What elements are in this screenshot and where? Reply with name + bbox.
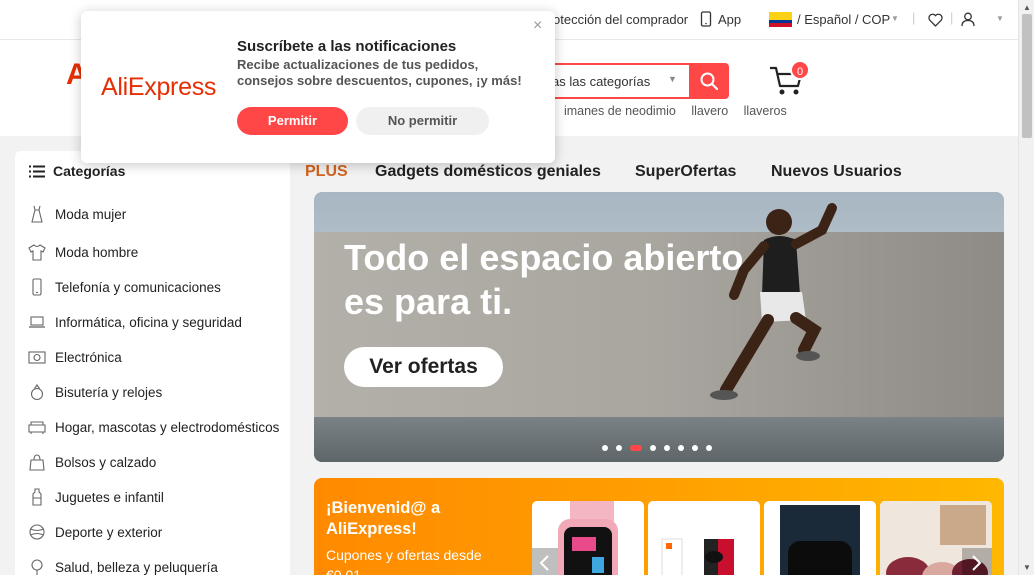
divider: | (912, 10, 916, 25)
banner-floor-background (314, 417, 1004, 462)
earbuds-image (661, 538, 734, 575)
sidebar-item-bolsos[interactable]: Bolsos y calzado (27, 452, 156, 472)
beauty-icon (27, 557, 47, 575)
app-link[interactable]: App (718, 12, 741, 27)
sidebar-item-label: Bolsos y calzado (55, 454, 157, 470)
buyer-protection-link[interactable]: otección del comprador (553, 12, 688, 27)
page-scrollbar[interactable]: ▲ ▼ (1018, 0, 1034, 575)
hot-word[interactable]: imanes de neodimio (564, 104, 676, 118)
sidebar-item-label: Salud, belleza y peluquería (55, 559, 218, 575)
locale-chevron-down-icon[interactable]: ▼ (891, 14, 899, 23)
product-card-earbuds[interactable] (648, 501, 760, 575)
ring-icon (27, 382, 47, 402)
welcome-section: ¡Bienvenid@ a AliExpress! Cupones y ofer… (314, 478, 1004, 575)
carousel-dot[interactable] (602, 445, 608, 451)
aliexpress-logo: AliExpress (101, 73, 217, 101)
popup-title: Suscríbete a las notificaciones (237, 38, 457, 55)
sidebar-item-informatica[interactable]: Informática, oficina y seguridad (27, 312, 242, 332)
sidebar-item-telefonia[interactable]: Telefonía y comunicaciones (27, 277, 221, 297)
sidebar-item-label: Moda hombre (55, 244, 139, 260)
allow-notifications-button[interactable]: Permitir (237, 107, 348, 135)
account-user-icon[interactable] (961, 12, 975, 30)
wishlist-heart-icon[interactable] (928, 13, 943, 30)
carousel-prev-button[interactable] (532, 548, 558, 575)
scroll-down-icon[interactable]: ▼ (1023, 563, 1031, 572)
close-icon[interactable]: × (533, 17, 542, 35)
hero-banner[interactable]: Todo el espacio abierto es para ti. Ver … (314, 192, 1004, 462)
sidebar-item-label: Electrónica (55, 349, 122, 365)
sidebar-item-label: Juguetes e infantil (55, 489, 164, 505)
search-icon (700, 72, 719, 91)
carousel-dot[interactable] (678, 445, 684, 451)
list-icon (29, 165, 45, 177)
product-card-speaker[interactable] (764, 501, 876, 575)
carousel-dots (602, 445, 720, 451)
cart-count-badge: 0 (790, 60, 810, 80)
sofa-icon (27, 417, 47, 437)
speaker-image (780, 505, 860, 575)
scrollbar-thumb[interactable] (1022, 14, 1032, 138)
chevron-left-icon (539, 555, 549, 571)
sidebar-item-label: Informática, oficina y seguridad (55, 314, 242, 330)
notification-popup: AliExpress × Suscríbete a las notificaci… (81, 11, 555, 163)
shirt-icon (27, 242, 47, 262)
welcome-title: ¡Bienvenid@ a AliExpress! (326, 499, 441, 538)
sidebar-item-label: Hogar, mascotas y electrodomésticos (55, 419, 280, 435)
laptop-icon (27, 312, 47, 332)
search-button[interactable] (689, 63, 729, 99)
hot-search-words: mbre imanes de neodimio llavero llaveros (520, 104, 799, 118)
banner-title: Todo el espacio abierto es para ti. (344, 237, 744, 322)
popup-description: Recibe actualizaciones de tus pedidos, c… (237, 57, 522, 88)
carousel-dot[interactable] (616, 445, 622, 451)
categories-header[interactable]: Categorías (29, 163, 125, 179)
tab-gadgets[interactable]: Gadgets domésticos geniales (375, 163, 601, 181)
sidebar-item-label: Deporte y exterior (55, 524, 163, 540)
category-select-label: as las categorías (552, 74, 651, 89)
chevron-right-icon (972, 555, 982, 571)
carousel-dot[interactable] (650, 445, 656, 451)
sidebar-item-bisuteria[interactable]: Bisutería y relojes (27, 382, 162, 402)
tab-nuevos-usuarios[interactable]: Nuevos Usuarios (771, 163, 902, 181)
welcome-subtitle: Cupones y ofertas desde €0,01 (326, 547, 482, 575)
sidebar-item-deporte[interactable]: Deporte y exterior (27, 522, 162, 542)
scroll-up-icon[interactable]: ▲ (1023, 3, 1031, 12)
hot-word[interactable]: llavero (691, 104, 728, 118)
sidebar-item-label: Bisutería y relojes (55, 384, 163, 400)
mobile-icon (700, 11, 712, 30)
carousel-dot[interactable] (692, 445, 698, 451)
sidebar-item-electronica[interactable]: Electrónica (27, 347, 122, 367)
view-offers-button[interactable]: Ver ofertas (344, 347, 503, 387)
camera-icon (27, 347, 47, 367)
sidebar-item-salud[interactable]: Salud, belleza y peluquería (27, 557, 218, 575)
bottle-icon (27, 487, 47, 507)
tab-plus[interactable]: PLUS (305, 163, 348, 181)
locale-selector[interactable]: / Español / COP (797, 12, 890, 27)
deny-notifications-button[interactable]: No permitir (356, 107, 489, 135)
sidebar-item-label: Telefonía y comunicaciones (55, 279, 221, 295)
phone-icon (27, 277, 47, 297)
carousel-dot-active[interactable] (630, 445, 642, 451)
dress-icon (27, 204, 47, 224)
sidebar-item-hogar[interactable]: Hogar, mascotas y electrodomésticos (27, 417, 279, 437)
sidebar-item-moda-hombre[interactable]: Moda hombre (27, 242, 138, 262)
ball-icon (27, 522, 47, 542)
divider: | (950, 10, 954, 25)
categories-title: Categorías (53, 163, 126, 179)
tab-superofertas[interactable]: SuperOfertas (635, 163, 736, 181)
carousel-dot[interactable] (706, 445, 712, 451)
account-chevron-down-icon[interactable]: ▼ (996, 14, 1004, 23)
carousel-next-button[interactable] (962, 548, 992, 575)
categories-sidebar: Categorías Moda mujer Moda hombre Telefo… (15, 151, 290, 575)
hot-word[interactable]: llaveros (744, 104, 787, 118)
sidebar-item-moda-mujer[interactable]: Moda mujer (27, 204, 126, 224)
sidebar-item-label: Moda mujer (55, 206, 127, 222)
colombia-flag-icon[interactable] (769, 12, 792, 27)
bag-icon (27, 452, 47, 472)
category-chevron-down-icon: ▼ (668, 74, 677, 84)
carousel-dot[interactable] (664, 445, 670, 451)
sidebar-item-juguetes[interactable]: Juguetes e infantil (27, 487, 164, 507)
